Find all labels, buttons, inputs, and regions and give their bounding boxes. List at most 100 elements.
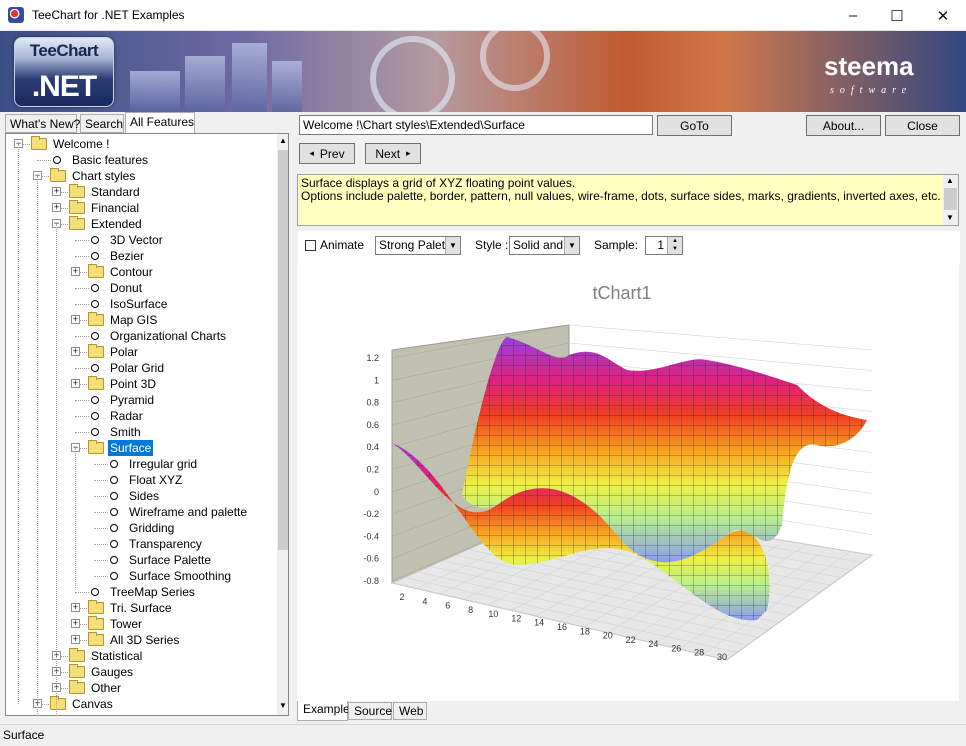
tree-item[interactable]: + Statistical [6,648,274,664]
style-select[interactable]: Solid and Grid ▼ [509,236,580,255]
x-tick-label: 12 [511,613,521,623]
tree-item[interactable]: Bezier [6,248,274,264]
expand-icon[interactable]: + [52,187,61,196]
close-button[interactable]: Close [885,115,960,136]
window-title: TeeChart for .NET Examples [32,8,185,22]
tree-item[interactable]: + Gauges [6,664,274,680]
tree-item[interactable]: + Canvas [6,696,274,712]
expand-icon[interactable]: + [52,203,61,212]
app-icon[interactable] [8,7,24,23]
tree-item[interactable]: Transparency [6,536,274,552]
goto-button[interactable]: GoTo [657,115,732,136]
next-button[interactable]: Next ▸ [365,143,421,164]
tab-whats-new[interactable]: What's New? [5,114,80,133]
leaf-icon [91,236,99,244]
tree-item[interactable]: Surface Smoothing [6,568,274,584]
tree-item-label: Surface [108,440,154,456]
tree-item[interactable]: IsoSurface [6,296,274,312]
maximize-button[interactable]: ☐ [874,0,920,31]
tree-item[interactable]: Gridding [6,520,274,536]
tree-item[interactable]: − Welcome ! [6,136,274,152]
description-box[interactable]: Surface displays a grid of XYZ floating … [297,174,959,226]
folder-icon [69,664,85,678]
tree-item[interactable]: + Tower [6,616,274,632]
sample-label: Sample: [594,238,639,252]
status-bar: Surface [0,724,966,746]
tree-item[interactable]: + Polar [6,344,274,360]
tree-item[interactable]: 3D Vector [6,232,274,248]
expand-icon[interactable]: + [71,315,80,324]
tab-web[interactable]: Web [393,702,427,720]
scroll-up-icon[interactable]: ▲ [279,136,287,145]
close-window-button[interactable]: ✕ [920,0,966,31]
tree-item[interactable]: + Standard [6,184,274,200]
tab-search[interactable]: Search [80,114,124,133]
tab-all-features[interactable]: All Features [125,112,195,133]
x-tick-label: 24 [648,639,658,649]
tree-item[interactable]: + Contour [6,264,274,280]
tree-item-label: Irregular grid [129,457,198,471]
tree-item[interactable]: Irregular grid [6,456,274,472]
tree-item[interactable]: Surface Palette [6,552,274,568]
tree-item[interactable]: Basic features [6,152,274,168]
tree-item[interactable]: Radar [6,408,274,424]
expand-icon[interactable]: + [71,603,80,612]
leaf-icon [110,556,118,564]
expand-icon[interactable]: + [71,619,80,628]
tree-item[interactable]: Donut [6,280,274,296]
tree-scrollbar[interactable]: ▲ ▼ [277,134,288,715]
tree-item-label: Float XYZ [129,473,183,487]
scroll-down-icon[interactable]: ▼ [279,701,287,710]
tree-item[interactable]: TreeMap Series [6,584,274,600]
chevron-down-icon: ▼ [564,237,579,254]
leaf-icon [110,524,118,532]
tree-scroll-thumb[interactable] [278,150,288,550]
tree-item[interactable]: + Map GIS [6,312,274,328]
x-tick-label: 4 [422,596,427,606]
animate-checkbox[interactable] [305,240,316,251]
stepper-arrows-icon[interactable]: ▲ ▼ [667,237,682,254]
tree-item[interactable]: Smith [6,424,274,440]
sample-stepper[interactable]: 1 ▲ ▼ [645,236,683,255]
y-tick-label: 1.2 [366,353,379,363]
x-tick-label: 2 [399,592,404,602]
prev-button[interactable]: ◂ Prev [299,143,355,164]
tree-item-label: Surface Palette [129,553,212,567]
tree-item-label: Statistical [91,649,143,663]
feature-tree[interactable]: − Welcome ! Basic features − Chart styles + St… [5,133,289,716]
tree-item-label: Tri. Surface [110,601,172,615]
tab-source[interactable]: Source [348,702,392,720]
tree-item[interactable]: − Chart styles [6,168,274,184]
tree-item[interactable]: Organizational Charts [6,328,274,344]
palette-select[interactable]: Strong Palette ▼ [375,236,461,255]
x-tick-label: 16 [557,622,567,632]
x-tick-label: 22 [626,635,636,645]
tree-item[interactable]: + All 3D Series [6,632,274,648]
expand-icon[interactable]: + [71,267,80,276]
about-button[interactable]: About... [806,115,881,136]
tree-item[interactable]: Pyramid [6,392,274,408]
tab-example[interactable]: Example [297,701,350,721]
tree-item[interactable]: + Other [6,680,274,696]
expand-icon[interactable]: + [71,347,80,356]
minimize-button[interactable]: – [830,0,876,31]
tree-item[interactable]: Sides [6,488,274,504]
tree-item-label: Bezier [110,249,145,263]
folder-icon [88,312,104,326]
tree-item[interactable]: + Point 3D [6,376,274,392]
tree-item[interactable]: + Tri. Surface [6,600,274,616]
tree-item[interactable]: Polar Grid [6,360,274,376]
tree-item[interactable]: − Surface [6,440,274,456]
chart-panel[interactable]: tChart1 1.2 1 0.8 0.6 0.4 0.2 0 -0.2 -0.4 -0.6 -0.… [297,265,959,701]
leaf-icon [91,252,99,260]
expand-icon[interactable]: + [71,379,80,388]
description-scrollbar[interactable]: ▲ ▼ [943,175,958,225]
tree-item[interactable]: Float XYZ [6,472,274,488]
expand-icon[interactable]: + [71,635,80,644]
tree-item[interactable]: − Extended [6,216,274,232]
tree-item[interactable]: Wireframe and palette [6,504,274,520]
path-input[interactable]: Welcome !\Chart styles\Extended\Surface [299,115,653,135]
leaf-icon [110,476,118,484]
surface-chart[interactable]: tChart1 1.2 1 0.8 0.6 0.4 0.2 0 -0.2 -0.4 -0.6 -0.… [297,265,959,701]
tree-item[interactable]: + Financial [6,200,274,216]
